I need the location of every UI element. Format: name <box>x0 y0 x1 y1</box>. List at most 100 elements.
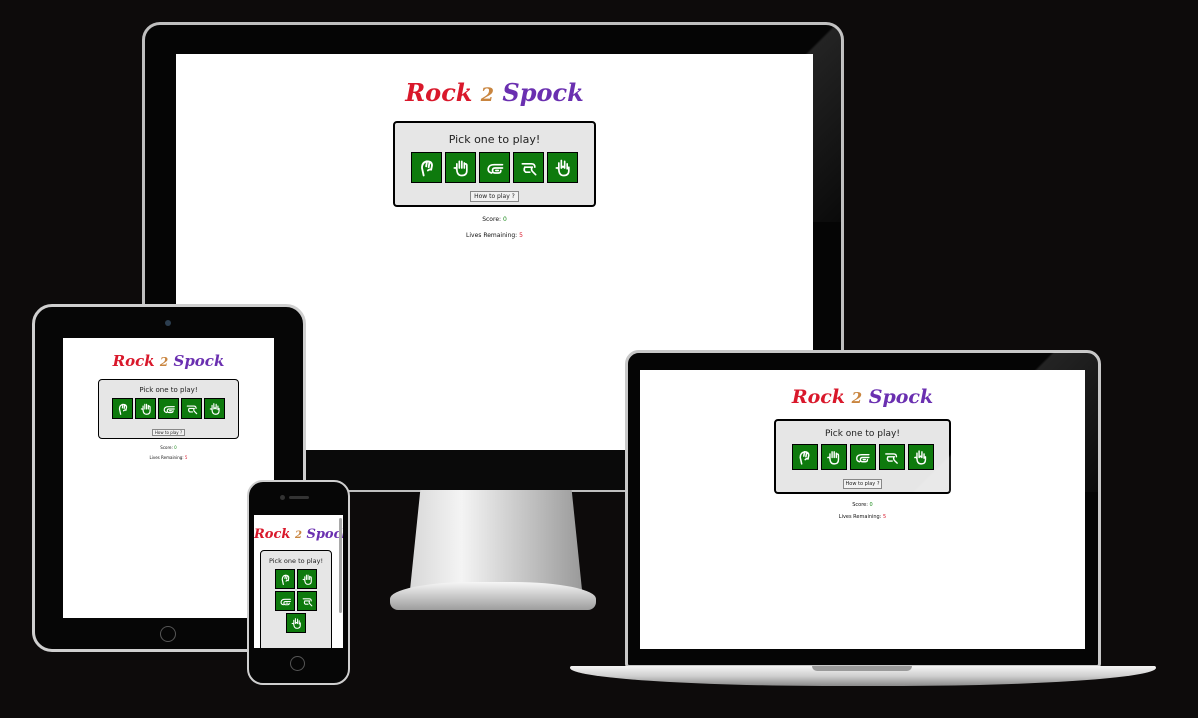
spock-button[interactable] <box>547 152 578 183</box>
scissors-icon <box>280 598 291 605</box>
title-two: 2 <box>851 389 863 407</box>
score-value: 0 <box>502 216 507 223</box>
lizard-button[interactable] <box>181 398 202 419</box>
rock-icon <box>799 450 810 465</box>
phone-camera <box>280 495 285 500</box>
lives-display: Lives Remaining: 5 <box>63 455 274 460</box>
title-two: 2 <box>294 530 302 541</box>
rock-icon <box>281 574 289 585</box>
title-two: 2 <box>159 355 169 369</box>
app-title: Rock 2 Spock <box>63 352 274 370</box>
game-panel: Pick one to play! How to play ? <box>98 379 239 439</box>
lives-display: Lives Remaining: 5 <box>176 232 813 239</box>
rock-button[interactable] <box>275 569 295 589</box>
spock-icon <box>555 159 570 176</box>
score-value: 0 <box>869 502 873 508</box>
scissors-button[interactable] <box>275 591 295 611</box>
rock-button[interactable] <box>411 152 442 183</box>
spock-icon <box>914 449 927 465</box>
score-value: 0 <box>174 445 177 450</box>
how-to-play-button[interactable]: How to play ? <box>151 429 186 436</box>
choice-row <box>395 152 594 183</box>
title-rock: Rock <box>791 386 846 408</box>
desktop-monitor-foot <box>390 582 596 610</box>
phone-speaker <box>289 496 309 499</box>
lizard-button[interactable] <box>513 152 544 183</box>
lives-value: 5 <box>519 232 523 239</box>
lives-value: 5 <box>883 514 887 520</box>
title-spock: Spock <box>502 78 584 107</box>
phone-app-screen: Rock 2 Spock Pick one to play! <box>254 515 343 648</box>
lizard-icon <box>186 405 197 414</box>
score-display: Score: 0 <box>640 502 1085 508</box>
tablet-camera <box>165 320 171 326</box>
lizard-icon <box>521 162 536 175</box>
scissors-icon <box>856 453 870 462</box>
paper-icon <box>140 403 151 415</box>
rock-button[interactable] <box>112 398 133 419</box>
app-title: Rock 2 Spock <box>640 386 1085 408</box>
laptop-app-screen: Rock 2 Spock Pick one to play! How to pl… <box>640 370 1085 649</box>
how-to-play-button[interactable]: How to play ? <box>470 191 519 202</box>
score-label: Score: <box>160 445 173 450</box>
scissors-icon <box>163 405 175 413</box>
lizard-icon <box>885 452 898 464</box>
lives-display: Lives Remaining: 5 <box>640 514 1085 520</box>
game-panel: Pick one to play! How to play ? <box>774 419 951 494</box>
scissors-button[interactable] <box>849 444 876 470</box>
paper-icon <box>453 160 468 176</box>
paper-button[interactable] <box>297 569 317 589</box>
scissors-button[interactable] <box>479 152 510 183</box>
score-label: Score: <box>482 216 502 223</box>
app-title: Rock 2 Spock <box>176 78 813 107</box>
title-rock: Rock <box>405 78 473 107</box>
title-spock: Spock <box>173 352 225 370</box>
paper-button[interactable] <box>445 152 476 183</box>
pick-prompt: Pick one to play! <box>448 133 541 146</box>
phone-home-button <box>290 656 305 671</box>
choice-row <box>776 444 949 470</box>
title-two: 2 <box>480 84 495 106</box>
title-rock: Rock <box>112 352 155 370</box>
lizard-icon <box>302 597 312 606</box>
score-display: Score: 0 <box>176 216 813 223</box>
rock-button[interactable] <box>791 444 818 470</box>
paper-button[interactable] <box>135 398 156 419</box>
paper-button[interactable] <box>820 444 847 470</box>
spock-button[interactable] <box>286 613 306 633</box>
paper-icon <box>827 450 840 465</box>
choice-row <box>99 398 238 419</box>
pick-prompt: Pick one to play! <box>139 386 198 394</box>
lizard-button[interactable] <box>297 591 317 611</box>
scissors-icon <box>486 163 503 174</box>
lizard-button[interactable] <box>878 444 905 470</box>
desktop-monitor-stand <box>410 490 582 590</box>
lives-label: Lives Remaining: <box>838 514 882 520</box>
score-label: Score: <box>852 502 868 508</box>
pick-prompt: Pick one to play! <box>825 429 900 439</box>
choice-grid <box>273 569 319 633</box>
spock-button[interactable] <box>907 444 934 470</box>
tablet-home-button <box>160 626 176 642</box>
pick-prompt: Pick one to play! <box>268 557 324 565</box>
scissors-button[interactable] <box>158 398 179 419</box>
rock-icon <box>118 403 127 415</box>
paper-icon <box>302 574 312 585</box>
title-rock: Rock <box>254 527 291 542</box>
spock-icon <box>291 617 301 629</box>
lives-label: Lives Remaining: <box>466 232 518 239</box>
spock-button[interactable] <box>204 398 225 419</box>
phone-scrollbar[interactable] <box>339 518 342 613</box>
lives-label: Lives Remaining: <box>149 455 184 460</box>
app-title: Rock 2 Spock <box>254 527 343 542</box>
title-spock: Spock <box>306 527 343 542</box>
how-to-play-button[interactable]: How to play ? <box>842 479 883 489</box>
rock-icon <box>420 159 433 176</box>
tablet-app-screen: Rock 2 Spock Pick one to play! How to pl… <box>63 338 274 618</box>
spock-icon <box>209 402 220 415</box>
lives-value: 5 <box>184 455 188 460</box>
score-display: Score: 0 <box>63 445 274 450</box>
game-panel: Pick one to play! How to play ? <box>393 121 596 207</box>
title-spock: Spock <box>868 386 934 408</box>
game-panel: Pick one to play! <box>260 550 332 648</box>
